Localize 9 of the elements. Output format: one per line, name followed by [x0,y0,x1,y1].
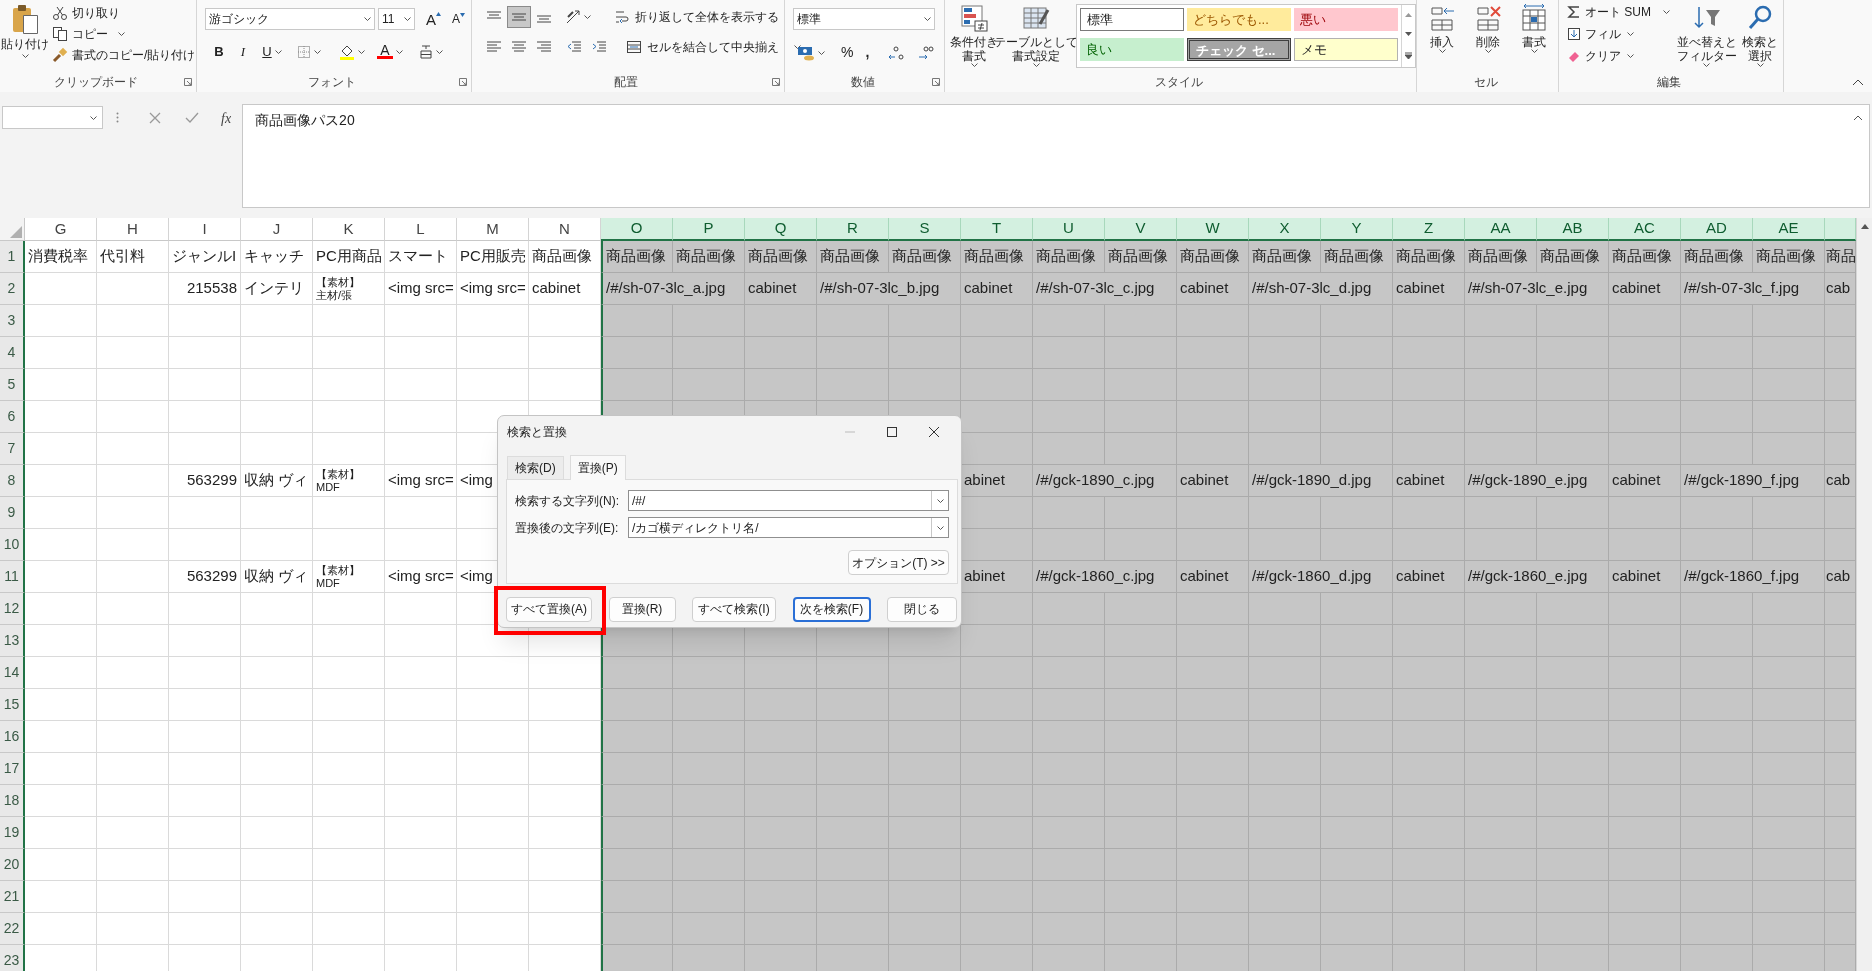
dialog-title: 検索と置換 [507,424,568,441]
group-label: セル [1473,76,1498,88]
group-label: スタイル [1154,76,1203,88]
group-label: 配置 [614,76,638,88]
group-label: 編集 [1657,76,1681,88]
group-label: クリップボード [54,76,138,88]
field-label: 置換後の文字列(E): [515,519,620,537]
group-label: フォント [308,76,356,88]
group-label: 数値 [850,76,875,88]
